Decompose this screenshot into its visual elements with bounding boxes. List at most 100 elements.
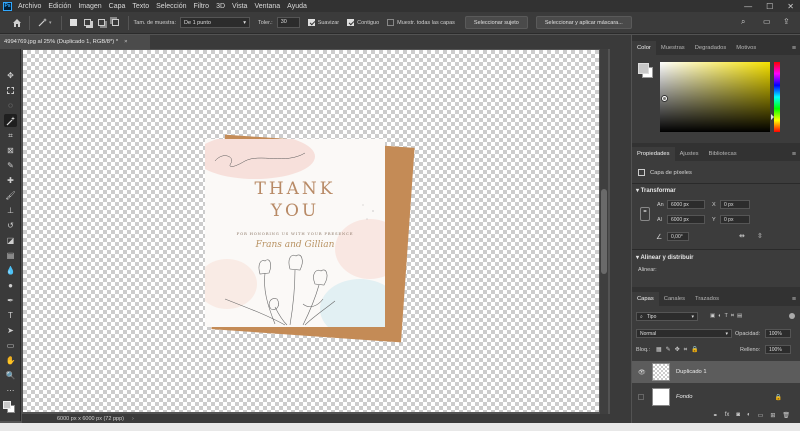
adjustment-layer-icon[interactable]: ◐	[747, 412, 751, 423]
foreground-color-swatch[interactable]	[3, 401, 11, 409]
layer-row-fondo[interactable]: Fondo 🔒	[632, 386, 800, 408]
dodge-tool-icon[interactable]: ●	[4, 279, 17, 292]
flip-vertical-icon[interactable]: ⇳	[757, 232, 763, 240]
panel-menu-icon[interactable]: ≡	[792, 151, 796, 158]
select-subject-button[interactable]: Seleccionar sujeto	[464, 16, 528, 29]
sample-size-select[interactable]: De 1 punto ▾	[180, 17, 251, 28]
fill-input[interactable]: 100%	[765, 345, 791, 354]
new-group-icon[interactable]: ▭	[758, 412, 764, 423]
blur-tool-icon[interactable]: 💧	[4, 264, 17, 277]
hue-slider-marker[interactable]	[771, 114, 777, 120]
transform-section-header[interactable]: ▾ Transformar	[636, 187, 676, 194]
menu-filtro[interactable]: Filtro	[194, 3, 210, 10]
crop-tool-icon[interactable]: ⌗	[4, 129, 17, 142]
rectangle-tool-icon[interactable]: ▭	[4, 339, 17, 352]
link-dimensions-icon[interactable]: ⚭	[640, 207, 650, 221]
new-layer-icon[interactable]: ⊞	[770, 412, 775, 423]
magic-wand-tool-preset-icon[interactable]	[35, 16, 49, 30]
layer-filter-select[interactable]: ⌕ Tipo ▾	[636, 312, 698, 321]
tab-channels[interactable]: Canales	[659, 292, 690, 306]
menu-seleccion[interactable]: Selección	[156, 3, 186, 10]
panel-menu-icon[interactable]: ≡	[792, 296, 796, 303]
chevron-down-icon[interactable]: ▾	[49, 20, 52, 26]
path-selection-tool-icon[interactable]: ➤	[4, 324, 17, 337]
blend-mode-select[interactable]: Normal ▾	[636, 329, 732, 338]
antialias-checkbox[interactable]	[307, 19, 315, 26]
menu-texto[interactable]: Texto	[132, 3, 149, 10]
eye-icon[interactable]: 👁	[638, 369, 646, 376]
layer-filter-icons[interactable]: ▣◐T⌗▤	[710, 313, 745, 320]
zoom-tool-icon[interactable]: 🔍	[4, 369, 17, 382]
delete-layer-icon[interactable]: 🗑	[782, 412, 790, 423]
move-tool-icon[interactable]: ✥	[4, 69, 17, 82]
clone-stamp-tool-icon[interactable]: ⊥	[4, 204, 17, 217]
pen-tool-icon[interactable]: ✒	[4, 294, 17, 307]
panel-menu-icon[interactable]: ≡	[792, 45, 796, 52]
hand-tool-icon[interactable]: ✋	[4, 354, 17, 367]
workspace-icon[interactable]: ▭	[763, 17, 771, 26]
menu-archivo[interactable]: Archivo	[18, 3, 41, 10]
layer-row-duplicado-1[interactable]: 👁 Duplicado 1	[632, 361, 800, 383]
minimize-button[interactable]: —	[744, 2, 752, 11]
tab-paths[interactable]: Trazados	[690, 292, 724, 306]
tab-color[interactable]: Color	[632, 41, 656, 55]
maximize-button[interactable]: ☐	[766, 2, 773, 11]
healing-brush-tool-icon[interactable]: ✚	[4, 174, 17, 187]
close-button[interactable]: ✕	[787, 2, 794, 11]
magic-wand-tool-icon[interactable]	[4, 114, 17, 127]
x-input[interactable]: 0 px	[720, 200, 750, 209]
menu-vista[interactable]: Vista	[232, 3, 247, 10]
scrollbar-thumb[interactable]	[601, 189, 607, 274]
history-brush-tool-icon[interactable]: ↺	[4, 219, 17, 232]
align-section-header[interactable]: ▾ Alinear y distribuir	[636, 254, 693, 261]
foreground-color-swatch[interactable]	[638, 63, 649, 74]
gradient-tool-icon[interactable]: ▤	[4, 249, 17, 262]
opacity-input[interactable]: 100%	[765, 329, 791, 338]
share-icon[interactable]: ⇪	[783, 17, 790, 26]
flip-horizontal-icon[interactable]: ⇹	[739, 232, 745, 240]
more-tools-icon[interactable]: ⋯	[4, 384, 17, 397]
eyedropper-tool-icon[interactable]: ✎	[4, 159, 17, 172]
tab-layers[interactable]: Capas	[632, 292, 659, 306]
height-input[interactable]: 6000 px	[667, 215, 705, 224]
filter-toggle-icon[interactable]	[789, 313, 795, 319]
tab-swatches[interactable]: Muestras	[656, 41, 690, 55]
menu-edicion[interactable]: Edición	[48, 3, 71, 10]
y-input[interactable]: 0 px	[720, 215, 750, 224]
hue-slider[interactable]	[771, 62, 780, 132]
vertical-scrollbar[interactable]	[600, 49, 608, 414]
add-mask-icon[interactable]: ◙	[736, 412, 740, 423]
sample-all-layers-checkbox[interactable]	[387, 19, 395, 26]
width-input[interactable]: 6000 px	[667, 200, 705, 209]
new-selection-icon[interactable]	[67, 16, 81, 30]
tab-patterns[interactable]: Motivos	[731, 41, 761, 55]
color-picker-marker[interactable]	[662, 96, 667, 101]
intersect-selection-icon[interactable]	[109, 16, 123, 30]
angle-input[interactable]: 0,00°	[667, 232, 689, 241]
visibility-toggle[interactable]	[638, 394, 644, 400]
color-picker-field[interactable]	[660, 62, 770, 132]
tab-properties[interactable]: Propiedades	[632, 147, 675, 161]
menu-capa[interactable]: Capa	[109, 3, 126, 10]
status-menu-arrow[interactable]: ›	[132, 416, 134, 422]
add-to-selection-icon[interactable]	[81, 16, 95, 30]
document-tab[interactable]: 4994769.jpg al 25% (Duplicado 1, RGB/8*)…	[0, 35, 150, 49]
type-tool-icon[interactable]: T	[4, 309, 17, 322]
tab-gradients[interactable]: Degradados	[690, 41, 732, 55]
marquee-tool-icon[interactable]	[4, 84, 17, 97]
layer-style-icon[interactable]: fx	[725, 412, 730, 423]
menu-ventana[interactable]: Ventana	[254, 3, 280, 10]
menu-imagen[interactable]: Imagen	[78, 3, 101, 10]
select-and-mask-button[interactable]: Seleccionar y aplicar máscara...	[535, 16, 632, 29]
lock-options-icons[interactable]: ▦✎✥⌗🔒	[656, 346, 703, 354]
eraser-tool-icon[interactable]: ◪	[4, 234, 17, 247]
close-tab-icon[interactable]: ×	[124, 39, 127, 45]
search-icon[interactable]: ⌕	[741, 17, 745, 27]
tab-adjustments[interactable]: Ajustes	[675, 147, 704, 161]
home-icon[interactable]	[10, 16, 24, 30]
link-layers-icon[interactable]: ⚭	[713, 412, 718, 423]
contiguous-checkbox[interactable]	[347, 19, 355, 26]
tolerance-input[interactable]: 30	[276, 17, 300, 28]
menu-ayuda[interactable]: Ayuda	[287, 3, 307, 10]
menu-3d[interactable]: 3D	[216, 3, 225, 10]
